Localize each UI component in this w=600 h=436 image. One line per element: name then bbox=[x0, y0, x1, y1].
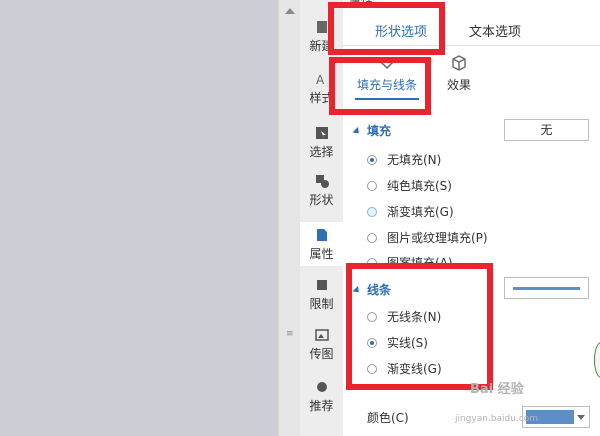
tool-recommend[interactable]: 推荐 bbox=[300, 380, 343, 414]
fill-section-label: 填充 bbox=[367, 124, 392, 138]
image-icon bbox=[314, 329, 329, 341]
scroll-up-icon[interactable] bbox=[285, 8, 295, 14]
collapse-triangle-icon bbox=[352, 126, 362, 137]
tool-select-label: 选择 bbox=[309, 145, 334, 159]
radio-icon bbox=[367, 180, 377, 191]
highlight-box-shape-options bbox=[328, 2, 445, 55]
tool-select[interactable]: 选择 bbox=[300, 126, 343, 160]
recommend-icon bbox=[316, 382, 327, 392]
tool-properties[interactable]: 属性 bbox=[300, 222, 343, 266]
radio-icon bbox=[367, 232, 377, 243]
fill-section-header[interactable]: 填充 bbox=[352, 122, 392, 139]
new-icon bbox=[316, 21, 327, 33]
tool-restrict[interactable]: 限制 bbox=[300, 278, 343, 312]
line-style-preview[interactable] bbox=[504, 277, 589, 299]
tool-upload-image[interactable]: 传图 bbox=[300, 328, 343, 362]
fill-option-none[interactable]: 无填充(N) bbox=[367, 151, 441, 168]
highlight-box-line-section bbox=[346, 263, 493, 390]
fill-option-solid[interactable]: 纯色填充(S) bbox=[367, 177, 452, 194]
fill-option-label: 渐变填充(G) bbox=[387, 205, 454, 219]
fill-option-label: 纯色填充(S) bbox=[387, 179, 452, 193]
tool-upload-image-label: 传图 bbox=[309, 347, 334, 361]
subtab-effects-label: 效果 bbox=[446, 78, 471, 92]
radio-icon bbox=[367, 206, 377, 217]
fill-option-label: 图片或纹理填充(P) bbox=[387, 231, 488, 245]
restrict-icon bbox=[316, 280, 327, 290]
subtab-effects[interactable]: 效果 bbox=[441, 54, 477, 93]
tab-text-options[interactable]: 文本选项 bbox=[469, 21, 521, 40]
watermark-url: jingyan.baidu.com bbox=[455, 414, 539, 424]
properties-icon bbox=[316, 229, 327, 241]
cube-icon bbox=[452, 55, 466, 71]
tool-shape[interactable]: 形状 bbox=[300, 174, 343, 208]
watermark-logo: Bai 经验 bbox=[470, 382, 524, 397]
scroll-grip-icon[interactable]: ≡ bbox=[286, 330, 294, 339]
document-canvas bbox=[0, 0, 278, 436]
fill-option-gradient[interactable]: 渐变填充(G) bbox=[367, 203, 454, 220]
select-icon bbox=[315, 127, 328, 139]
svg-text:A: A bbox=[316, 73, 325, 86]
chevron-down-icon bbox=[577, 415, 585, 420]
fill-option-picture[interactable]: 图片或纹理填充(P) bbox=[367, 229, 488, 246]
vertical-scrollbar[interactable]: ≡ bbox=[278, 0, 301, 436]
tool-restrict-label: 限制 bbox=[309, 297, 334, 311]
tool-properties-label: 属性 bbox=[309, 247, 334, 261]
line-color-label: 颜色(C) bbox=[367, 411, 409, 425]
tool-shape-label: 形状 bbox=[309, 193, 334, 207]
radio-icon bbox=[367, 154, 377, 165]
fill-value-button[interactable]: 无 bbox=[504, 119, 589, 141]
tool-recommend-label: 推荐 bbox=[309, 399, 334, 413]
highlight-box-fill-line bbox=[329, 57, 431, 115]
fill-option-label: 无填充(N) bbox=[387, 153, 442, 167]
shape-icon bbox=[315, 175, 329, 188]
style-icon: A bbox=[316, 73, 325, 86]
